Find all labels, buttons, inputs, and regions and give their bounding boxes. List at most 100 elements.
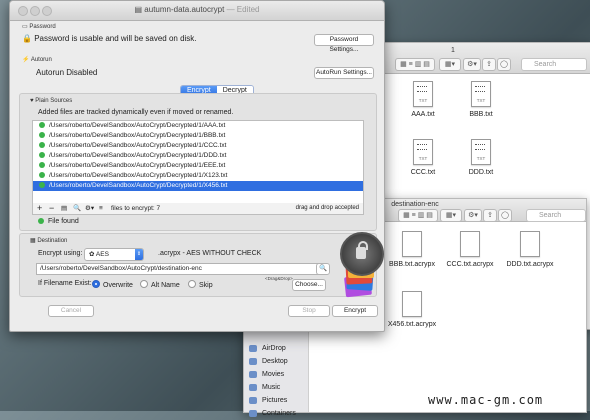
autocrypt-window: ▤ autumn-data.autocrypt — Edited ▭ Passw… (9, 0, 385, 332)
music-icon (249, 384, 257, 391)
autorun-header: ⚡ Autorun (22, 57, 52, 63)
file-item[interactable]: TXT DDD.txt (459, 139, 503, 176)
file-name: BBB.txt (469, 111, 493, 118)
radio-alt-name[interactable]: Alt Name (140, 280, 180, 289)
file-item[interactable]: CCC.txt.acrypx (442, 231, 498, 268)
chevron-updown-icon: ⇕ (135, 249, 143, 260)
window-title: ▤ autumn-data.autocrypt — Edited (134, 5, 260, 14)
file-item[interactable]: TXT CCC.txt (401, 139, 445, 176)
radio-skip[interactable]: Skip (188, 280, 213, 289)
status-ok-icon (39, 162, 45, 168)
list-item[interactable]: /Users/roberto/DevelSandbox/AutoCrypt/De… (33, 131, 363, 141)
list-item-selected[interactable]: /Users/roberto/DevelSandbox/AutoCrypt/De… (33, 181, 363, 191)
file-name: AAA.txt (411, 111, 435, 118)
finder-search-input[interactable]: Search (521, 58, 587, 71)
file-status: File found (38, 218, 79, 225)
add-file-button[interactable]: + (37, 203, 42, 214)
list-item[interactable]: /Users/roberto/DevelSandbox/AutoCrypt/De… (33, 121, 363, 131)
edited-indicator: — Edited (226, 5, 260, 14)
file-name: CCC.txt (410, 169, 436, 176)
file-item[interactable]: TXT BBB.txt (459, 81, 503, 118)
extension-note: .acrypx - AES WITHOUT CHECK (158, 250, 262, 257)
view-mode-buttons[interactable]: ▦ ≡ ▥ ▤ (395, 58, 435, 71)
status-ok-icon (39, 172, 45, 178)
status-ok-icon (39, 132, 45, 138)
destination-path-field[interactable]: /Users/roberto/DevelSandbox/AutoCrypt/de… (36, 263, 323, 275)
file-item[interactable]: TXT AAA.txt (401, 81, 445, 118)
algorithm-select[interactable]: ✿ AES ⇕ (84, 248, 144, 261)
plain-sources-header: ♥ Plain Sources (30, 98, 73, 104)
encrypt-button[interactable]: Encrypt (332, 305, 378, 317)
radio-selected-icon (92, 280, 100, 288)
drag-drop-hint: drag and drop accepted (295, 205, 359, 211)
list-item[interactable]: /Users/roberto/DevelSandbox/AutoCrypt/De… (33, 161, 363, 171)
list-item[interactable]: /Users/roberto/DevelSandbox/AutoCrypt/De… (33, 171, 363, 181)
sidebar-item-movies[interactable]: Movies (244, 368, 308, 381)
gear-icon[interactable]: ⚙▾ (85, 203, 94, 214)
action-gear-icon[interactable]: ⚙▾ (463, 58, 481, 71)
view-mode-buttons[interactable]: ▦ ≡ ▥ ▤ (398, 209, 438, 222)
file-name: X456.txt.acrypx (387, 321, 437, 328)
list-toolbar: + − ▤ 🔍 ⚙▾ ≡ files to encrypt: 7 drag an… (32, 203, 364, 215)
encrypt-using-label: Encrypt using: (38, 250, 83, 257)
text-file-icon: TXT (413, 139, 433, 165)
sidebar-item-airdrop[interactable]: AirDrop (244, 342, 308, 355)
password-status: 🔒 Password is usable and will be saved o… (22, 34, 197, 43)
list-item[interactable]: /Users/roberto/DevelSandbox/AutoCrypt/De… (33, 151, 363, 161)
cancel-button[interactable]: Cancel (48, 305, 94, 317)
text-file-icon: TXT (413, 81, 433, 107)
radio-icon (140, 280, 148, 288)
document-icon: ▤ (134, 5, 145, 14)
finder-title: 1 (451, 47, 455, 54)
list-view-icon[interactable]: ▤ (61, 203, 67, 214)
sidebar-item-music[interactable]: Music (244, 381, 308, 394)
action-gear-icon[interactable]: ⚙▾ (464, 209, 482, 222)
files-count: files to encrypt: 7 (111, 205, 161, 212)
tag-icon[interactable]: ◯ (498, 209, 512, 222)
file-name: CCC.txt.acrypx (446, 261, 494, 268)
finder-search-input[interactable]: Search (526, 209, 586, 222)
search-icon[interactable]: 🔍 (316, 263, 330, 275)
password-settings-button[interactable]: Password Settings... (314, 34, 374, 53)
search-icon[interactable]: 🔍 (73, 203, 81, 214)
document-icon (520, 231, 540, 257)
padlock-icon (340, 232, 384, 276)
movies-icon (249, 371, 257, 378)
drag-drop-tag: <Drag&Drop> (265, 276, 293, 281)
radio-overwrite[interactable]: Overwrite (92, 280, 133, 289)
document-icon (402, 291, 422, 317)
sidebar-item-pictures[interactable]: Pictures (244, 394, 308, 407)
file-name: DDD.txt.acrypx (506, 261, 554, 268)
destination-header: ▦ Destination (30, 238, 68, 244)
folder-icon (249, 410, 257, 417)
radio-icon (188, 280, 196, 288)
document-icon (402, 231, 422, 257)
password-header: ▭ Password (22, 24, 56, 30)
lock-icon: 🔒 (22, 34, 32, 43)
file-item[interactable]: DDD.txt.acrypx (502, 231, 558, 268)
autorun-status: Autorun Disabled (36, 68, 98, 77)
sidebar-item-desktop[interactable]: Desktop (244, 355, 308, 368)
status-ok-icon (39, 122, 45, 128)
share-icon[interactable]: ⇪ (482, 58, 496, 71)
share-icon[interactable]: ⇪ (483, 209, 497, 222)
choose-button[interactable]: Choose... (292, 279, 326, 291)
arrange-button[interactable]: ▦▾ (439, 58, 461, 71)
source-file-list[interactable]: /Users/roberto/DevelSandbox/AutoCrypt/De… (32, 120, 364, 205)
document-icon (460, 231, 480, 257)
file-item[interactable]: BBB.txt.acrypx (384, 231, 440, 268)
tag-icon[interactable]: ◯ (497, 58, 511, 71)
sidebar-item-containers[interactable]: Containers (244, 407, 308, 420)
status-ok-icon (39, 142, 45, 148)
list-item[interactable]: /Users/roberto/DevelSandbox/AutoCrypt/De… (33, 141, 363, 151)
remove-file-button[interactable]: − (49, 203, 54, 214)
tracking-note: Added files are tracked dynamically even… (38, 109, 234, 116)
autorun-settings-button[interactable]: AutoRun Settings... (314, 67, 374, 79)
watermark-text: www.mac-gm.com (428, 393, 544, 407)
file-name: BBB.txt.acrypx (389, 261, 435, 268)
text-file-icon: TXT (471, 139, 491, 165)
arrange-button[interactable]: ▦▾ (440, 209, 462, 222)
list-icon[interactable]: ≡ (99, 203, 103, 214)
stop-button[interactable]: Stop (288, 305, 330, 317)
file-item[interactable]: X456.txt.acrypx (384, 291, 440, 328)
